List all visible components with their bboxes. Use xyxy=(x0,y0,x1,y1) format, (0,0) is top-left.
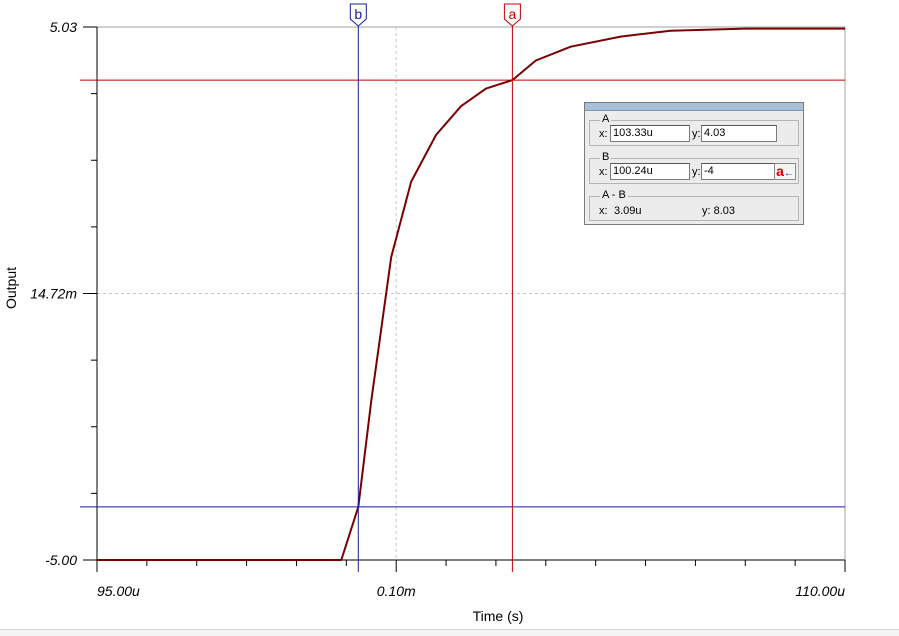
readout-group-diff: A - B x: 3.09u y: 8.03 xyxy=(589,190,799,221)
diff-x-value: 3.09u xyxy=(614,205,642,217)
y-axis-title: Output xyxy=(3,267,19,309)
b-x-label: x: xyxy=(599,166,608,178)
cursor-b-tag-label: b xyxy=(354,6,362,22)
readout-group-a: A x: 103.33u y: 4.03 xyxy=(589,114,799,146)
group-diff-title: A - B xyxy=(600,189,628,201)
y-tick-label: 14.72m xyxy=(30,286,77,302)
y-tick-label: -5.00 xyxy=(45,552,77,568)
y-tick-label: 5.03 xyxy=(50,19,77,35)
swap-button-label: a xyxy=(776,163,784,179)
cursor-a-tag-label: a xyxy=(508,6,516,22)
diff-x-label: x: xyxy=(599,205,608,217)
group-b-title: B xyxy=(600,151,612,163)
x-tick-label: 110.00u xyxy=(795,583,845,599)
readout-group-b: B x: 100.24u y: -4 a← xyxy=(589,152,799,184)
cursor-readout-panel[interactable]: A x: 103.33u y: 4.03 B x: 100.24u y: -4 … xyxy=(584,102,804,225)
b-y-label: y: xyxy=(692,166,701,178)
swap-cursor-button[interactable]: a← xyxy=(774,163,796,180)
a-x-field[interactable]: 103.33u xyxy=(610,125,690,142)
x-tick-label: 95.00u xyxy=(97,583,140,599)
b-y-field[interactable]: -4 xyxy=(701,163,777,180)
arrow-left-icon: ← xyxy=(783,168,794,179)
b-x-field[interactable]: 100.24u xyxy=(610,163,690,180)
a-y-label: y: xyxy=(692,128,701,140)
diff-y-value: y: 8.03 xyxy=(702,205,736,217)
a-y-field[interactable]: 4.03 xyxy=(701,125,777,142)
chart-plot: b a 95.00u 0.10m 110.00u -5.00 14.72m 5.03 Tim… xyxy=(3,3,846,624)
readout-titlebar[interactable] xyxy=(585,103,803,111)
x-tick-label: 0.10m xyxy=(377,583,416,599)
a-x-label: x: xyxy=(599,128,608,140)
x-axis-title: Time (s) xyxy=(473,608,524,624)
group-a-title: A xyxy=(600,113,612,125)
